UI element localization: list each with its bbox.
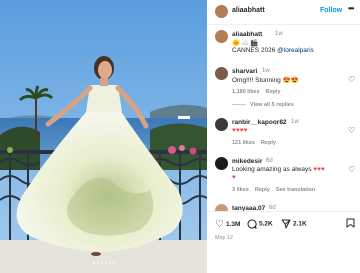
- comment-like-heart-icon[interactable]: ♡: [348, 75, 355, 84]
- view-replies-button[interactable]: View all 5 replies: [232, 102, 294, 108]
- caption-emoji: 🌞☁️🎬: [232, 40, 260, 47]
- caption-body: CANNES 2026: [232, 47, 278, 54]
- comment-body: Omg!!!! Stunning: [232, 77, 283, 84]
- comment-action[interactable]: 5.2K: [247, 219, 273, 229]
- carousel-dot[interactable]: [108, 262, 111, 264]
- caption-avatar[interactable]: [215, 30, 228, 43]
- comment-username[interactable]: mikedesir: [232, 158, 262, 165]
- see-translation-button[interactable]: See translation: [276, 187, 315, 193]
- comment-text: Omg!!!! Stunning 😍😍: [232, 76, 299, 84]
- post-sidebar: aliaabhatt Follow ••• aliaabhatt 1w 🌞☁️🎬…: [207, 0, 360, 273]
- carousel-dot[interactable]: [104, 262, 107, 264]
- carousel-dot[interactable]: [100, 262, 103, 264]
- caption-timestamp[interactable]: 1w: [275, 31, 283, 37]
- post-date: May 12: [215, 235, 234, 241]
- comment-timestamp: 1w: [291, 119, 299, 125]
- commenter-avatar[interactable]: [215, 67, 228, 80]
- author-avatar[interactable]: [215, 5, 228, 18]
- comment-body: Looking amazing as always: [232, 166, 314, 173]
- comment-likes-count[interactable]: 121 likes: [232, 140, 255, 146]
- comment-likes-count[interactable]: 1,180 likes: [232, 89, 260, 95]
- carousel-dot[interactable]: [96, 262, 99, 264]
- post-header: aliaabhatt Follow •••: [207, 0, 360, 25]
- comments-count[interactable]: 5.2K: [259, 221, 273, 228]
- shares-count[interactable]: 2.1K: [293, 221, 307, 228]
- like-action[interactable]: ♡ 1.3M: [215, 219, 240, 230]
- heart-emoji: ♥♥♥: [313, 166, 325, 173]
- author-username[interactable]: aliaabhatt: [232, 7, 265, 14]
- post-image: [0, 0, 207, 273]
- comment-username[interactable]: ranbir__kapoor82: [232, 119, 287, 126]
- comment-reply-button[interactable]: Reply: [255, 187, 270, 193]
- carousel-dot[interactable]: [112, 262, 115, 264]
- comment-timestamp: 1w: [262, 68, 270, 74]
- comment-reply-button[interactable]: Reply: [266, 89, 281, 95]
- more-options-icon[interactable]: •••: [348, 4, 354, 13]
- commenter-avatar[interactable]: [215, 157, 228, 170]
- comment-likes-count[interactable]: 3 likes: [232, 187, 249, 193]
- carousel-indicator[interactable]: [0, 251, 207, 269]
- heart-eyes-emoji: 😍😍: [282, 77, 299, 84]
- comment-meta: 3 likes Reply See translation: [232, 187, 321, 193]
- comment-hearts: ♥♥♥♥: [232, 127, 248, 134]
- comment-icon[interactable]: [247, 219, 257, 229]
- comment-username[interactable]: sharvari: [232, 68, 257, 75]
- likes-count[interactable]: 1.3M: [226, 221, 240, 228]
- commenter-avatar[interactable]: [215, 118, 228, 131]
- heart-emoji-wrap: ♥: [232, 174, 236, 181]
- share-icon[interactable]: [281, 219, 291, 229]
- instagram-post: aliaabhatt Follow ••• aliaabhatt 1w 🌞☁️🎬…: [0, 0, 360, 273]
- comment-meta: 1,180 likes Reply: [232, 89, 287, 95]
- caption-text: CANNES 2026 @lorealparis: [232, 47, 314, 54]
- post-actions: ♡ 1.3M 5.2K 2.1K May 12: [207, 211, 360, 273]
- post-photo[interactable]: [0, 0, 207, 273]
- comment-text: Looking amazing as always ♥♥♥: [232, 166, 342, 173]
- comment-timestamp: 6d: [266, 158, 273, 164]
- caption-username[interactable]: aliaabhatt: [232, 31, 262, 38]
- caption-mention-link[interactable]: @lorealparis: [277, 47, 314, 54]
- share-action[interactable]: 2.1K: [281, 219, 307, 229]
- bookmark-icon[interactable]: [346, 218, 355, 228]
- comment-meta: 121 likes Reply: [232, 140, 282, 146]
- comment-reply-button[interactable]: Reply: [261, 140, 276, 146]
- heart-icon[interactable]: ♡: [215, 219, 224, 230]
- comment-like-heart-icon[interactable]: ♡: [348, 126, 355, 135]
- comment-like-heart-icon[interactable]: ♡: [348, 165, 355, 174]
- follow-button[interactable]: Follow: [320, 7, 342, 14]
- carousel-dot[interactable]: [92, 262, 95, 264]
